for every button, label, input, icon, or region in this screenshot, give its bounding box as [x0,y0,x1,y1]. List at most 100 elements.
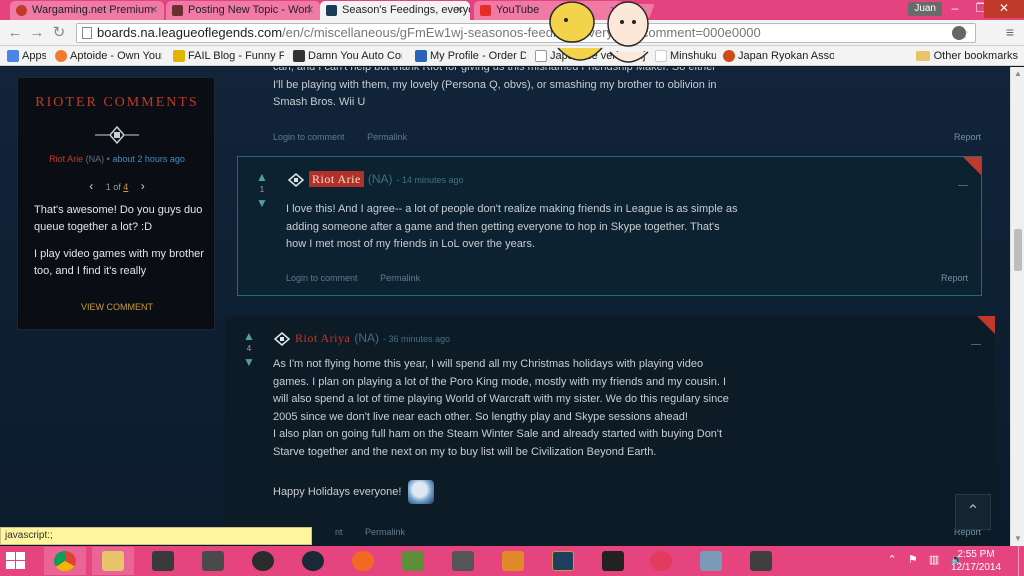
back-to-top-button[interactable]: ⌃ [955,494,991,530]
steam-icon[interactable] [292,547,334,575]
login-to-comment-link[interactable]: nt [335,527,343,537]
report-link[interactable]: Report [941,273,968,283]
sidebar-time[interactable]: about 2 hours ago [112,154,185,164]
page-scrollbar[interactable]: ▲ ▼ [1010,67,1024,546]
collapse-icon[interactable] [958,185,968,186]
minimize-icon[interactable]: – [942,0,968,18]
new-tab-button[interactable] [627,4,655,18]
show-desktop-button[interactable] [1018,546,1024,576]
bookmark-item[interactable]: Damn You Auto Cor... [292,46,402,66]
scroll-up-icon[interactable]: ▲ [1013,69,1023,79]
permalink-link[interactable]: Permalink [380,273,420,283]
browser-tab-active[interactable]: Season's Feedings, everyo ✕ [320,1,470,20]
vote-widget: ▲ 4 ▼ [241,330,257,368]
sidebar-author-name[interactable]: Riot Arie [49,154,83,164]
bookmark-label: FAIL Blog - Funny F... [188,50,284,62]
comment-top: can, and I can't help but thank Riot for… [273,67,993,142]
chrome-menu-icon[interactable]: ≡ [1002,24,1018,42]
chevron-left-icon[interactable]: ‹ [89,179,93,193]
close-tab-icon[interactable]: ✕ [456,1,464,20]
scroll-thumb[interactable] [1014,229,1022,271]
chevron-right-icon[interactable]: › [141,179,145,193]
window-close-icon[interactable]: ✕ [984,0,1024,18]
riot-fist-icon [95,125,139,145]
show-hidden-icons-icon[interactable]: ⌃ [888,554,897,566]
view-comment-link[interactable]: VIEW COMMENT [18,302,216,312]
vote-count: 1 [259,185,265,194]
back-icon[interactable]: ← [6,24,24,42]
author-name[interactable]: Riot Arie [309,171,364,187]
comment-actions: nt Permalink [335,527,425,537]
flag-icon[interactable]: ⚑ [908,554,918,566]
network-icon[interactable]: ▥ [929,554,939,566]
reload-icon[interactable]: ↻ [50,24,68,42]
extension-icon[interactable] [952,26,966,40]
permalink-link[interactable]: Permalink [367,132,407,142]
pager-total[interactable]: 4 [123,182,128,192]
game-icon[interactable] [492,547,534,575]
notepad-icon[interactable] [442,547,484,575]
forward-icon[interactable]: → [28,24,46,42]
profile-button[interactable]: Juan [908,2,942,16]
browser-tab[interactable]: Posting New Topic - Worl ✕ [166,1,320,20]
comment-riot-arie: ▲ 1 ▼ Riot Arie (NA) - 14 minutes ago I lo… [237,156,982,296]
bookmark-item[interactable]: My Profile - Order D... [414,46,526,66]
guild-wars-glyph [602,551,624,571]
comment-age[interactable]: - 14 minutes ago [397,175,464,185]
guild-wars-icon[interactable] [592,547,634,575]
riot-fist-icon [287,172,305,187]
world-of-tanks-icon[interactable] [192,547,234,575]
photo-app-icon[interactable] [690,547,732,575]
grass-block-glyph [402,551,424,571]
itunes-icon[interactable] [640,547,682,575]
bookmark-item[interactable]: Japanese verb conju... [534,46,646,66]
vote-widget: ▲ 1 ▼ [254,171,270,209]
comment-line: adding someone after a game and then get… [286,220,720,233]
music-note-glyph [650,551,672,571]
bookmark-item[interactable]: FAIL Blog - Funny F... [172,46,284,66]
scroll-down-icon[interactable]: ▼ [1013,534,1023,544]
windows-start-icon[interactable] [6,552,26,570]
file-explorer-icon[interactable] [92,547,134,575]
comment-age[interactable]: - 36 minutes ago [383,334,450,344]
downvote-icon[interactable]: ▼ [254,197,270,209]
browser-tab[interactable]: Wargaming.net Premium ✕ [10,1,164,20]
bookmark-item[interactable]: Japan Ryokan Assoc... [722,46,834,66]
login-to-comment-link[interactable]: Login to comment [286,273,358,283]
origin-icon[interactable] [342,547,384,575]
comment-body: I love this! And I agree-- a lot of peop… [286,201,846,254]
obs-icon[interactable] [242,547,284,575]
collapse-icon[interactable] [971,344,981,345]
other-bookmarks[interactable]: Other bookmarks [915,46,1018,66]
steam-glyph [302,551,324,571]
bookmark-item[interactable]: Minshuku [654,46,716,66]
close-tab-icon[interactable]: ✕ [306,1,314,20]
author-name[interactable]: Riot Ariya [295,331,350,345]
downvote-icon[interactable]: ▼ [241,356,257,368]
youtube-favicon-icon [480,5,491,16]
permalink-link[interactable]: Permalink [365,527,405,537]
clock-date: 12/17/2014 [950,562,1002,573]
comment-header: Riot Arie (NA) - 14 minutes ago [287,171,464,187]
world-of-tanks-icon[interactable] [142,547,184,575]
close-tab-icon[interactable]: ✕ [150,1,158,20]
upvote-icon[interactable]: ▲ [241,330,257,342]
address-bar[interactable]: boards.na.leagueoflegends.com/en/c/misce… [76,23,976,43]
sidebar-author-line: Riot Arie (NA) • about 2 hours ago [18,154,216,164]
login-to-comment-link[interactable]: Login to comment [273,132,345,142]
comment-line: I'll be playing with them, my lovely (Pe… [273,78,717,91]
bookmark-item[interactable]: Aptoide - Own Your... [54,46,162,66]
chrome-icon[interactable] [44,547,86,575]
browser-tab[interactable]: YouTube ✕ [474,1,624,20]
league-of-legends-icon[interactable] [542,547,584,575]
report-link[interactable]: Report [954,132,981,142]
taskbar-clock[interactable]: 2:55 PM 12/17/2014 [946,548,1006,574]
world-of-tanks-icon[interactable] [740,547,782,575]
bookmark-item[interactable]: Apps [6,46,46,66]
close-tab-icon[interactable]: ✕ [610,1,618,20]
tab-title: Season's Feedings, everyo [342,4,470,16]
notepad-glyph [452,551,474,571]
league-favicon-icon [172,5,183,16]
upvote-icon[interactable]: ▲ [254,171,270,183]
minecraft-icon[interactable] [392,547,434,575]
